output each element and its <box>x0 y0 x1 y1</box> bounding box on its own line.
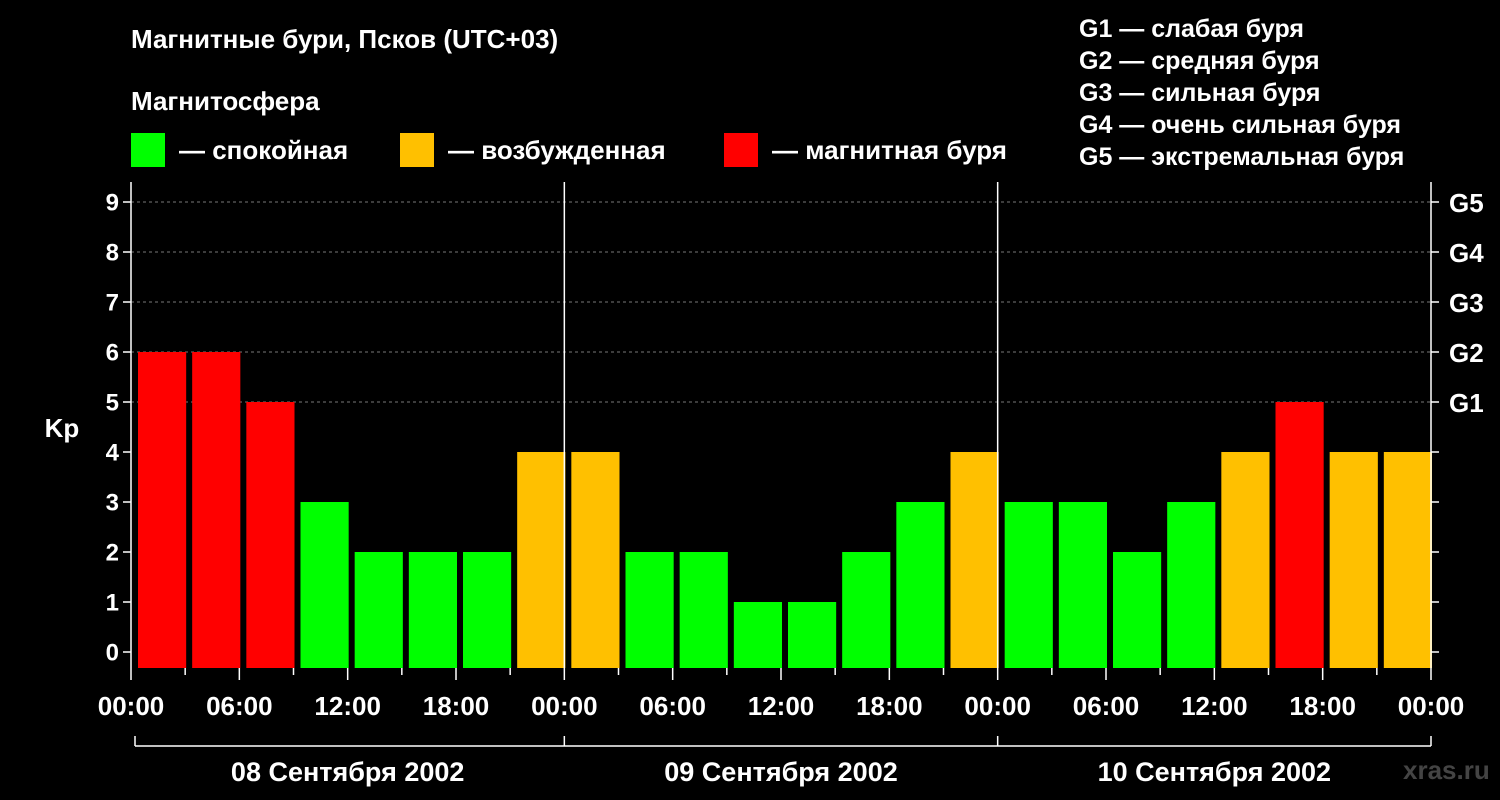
kp-chart: 0 1 2 3 4 5 6 7 8 9 G1 G2 G3 G4 G5 Kp 00:00 06:00 12:00 18:… <box>45 182 1484 787</box>
y-tick-label: 6 <box>106 340 119 367</box>
watermark: xras.ru <box>1403 755 1490 785</box>
kp-bar <box>950 452 999 668</box>
y-tick-label: 8 <box>106 240 119 267</box>
kp-bar <box>354 552 403 668</box>
kp-bar <box>300 502 349 668</box>
x-tick-label: 00:00 <box>98 691 165 721</box>
x-tick-label: 00:00 <box>1398 691 1465 721</box>
x-tick-label: 18:00 <box>423 691 490 721</box>
kp-bar <box>1275 402 1324 668</box>
kp-bar <box>1167 502 1216 668</box>
kp-bar <box>1221 452 1270 668</box>
kp-bar <box>625 552 674 668</box>
y-tick-label: 5 <box>106 390 119 417</box>
x-tick-label: 18:00 <box>1289 691 1356 721</box>
kp-bar <box>1113 552 1162 668</box>
date-label: 10 Сентября 2002 <box>1098 757 1331 787</box>
x-tick-label: 12:00 <box>1181 691 1248 721</box>
x-tick-label: 06:00 <box>1073 691 1140 721</box>
y-tick-label: 2 <box>106 540 119 567</box>
x-tick-label: 00:00 <box>964 691 1031 721</box>
kp-bar <box>463 552 512 668</box>
kp-bar <box>246 402 295 668</box>
y-tick-label: 9 <box>106 190 119 217</box>
x-tick-label: 12:00 <box>748 691 815 721</box>
g-scale-tick-label: G5 <box>1449 188 1484 218</box>
x-tick-label: 06:00 <box>639 691 706 721</box>
x-tick-label: 12:00 <box>314 691 381 721</box>
g-scale-tick-label: G1 <box>1449 388 1484 418</box>
x-tick-label: 00:00 <box>531 691 598 721</box>
kp-bar <box>1058 502 1107 668</box>
y-tick-label: 0 <box>106 640 119 667</box>
y-tick-label: 4 <box>106 440 120 467</box>
kp-bar <box>571 452 620 668</box>
kp-bar <box>896 502 945 668</box>
date-label: 08 Сентября 2002 <box>231 757 464 787</box>
date-label: 09 Сентября 2002 <box>664 757 897 787</box>
x-tick-label: 18:00 <box>856 691 923 721</box>
y-tick-label: 1 <box>106 590 119 617</box>
kp-bar <box>842 552 891 668</box>
kp-bar <box>788 602 837 668</box>
kp-bar <box>1004 502 1053 668</box>
g-scale-tick-label: G4 <box>1449 238 1484 268</box>
kp-bar <box>192 352 241 668</box>
kp-bar <box>1329 452 1378 668</box>
g-scale-tick-label: G3 <box>1449 288 1484 318</box>
x-tick-label: 06:00 <box>206 691 273 721</box>
kp-bar <box>138 352 187 668</box>
g-scale-tick-label: G2 <box>1449 338 1484 368</box>
kp-bar <box>408 552 457 668</box>
kp-bar <box>733 602 782 668</box>
kp-bar <box>1383 452 1432 668</box>
kp-bar <box>679 552 728 668</box>
kp-bar <box>517 452 566 668</box>
y-tick-label: 7 <box>106 290 119 317</box>
y-axis-label: Kp <box>45 413 80 443</box>
y-tick-label: 3 <box>106 490 119 517</box>
